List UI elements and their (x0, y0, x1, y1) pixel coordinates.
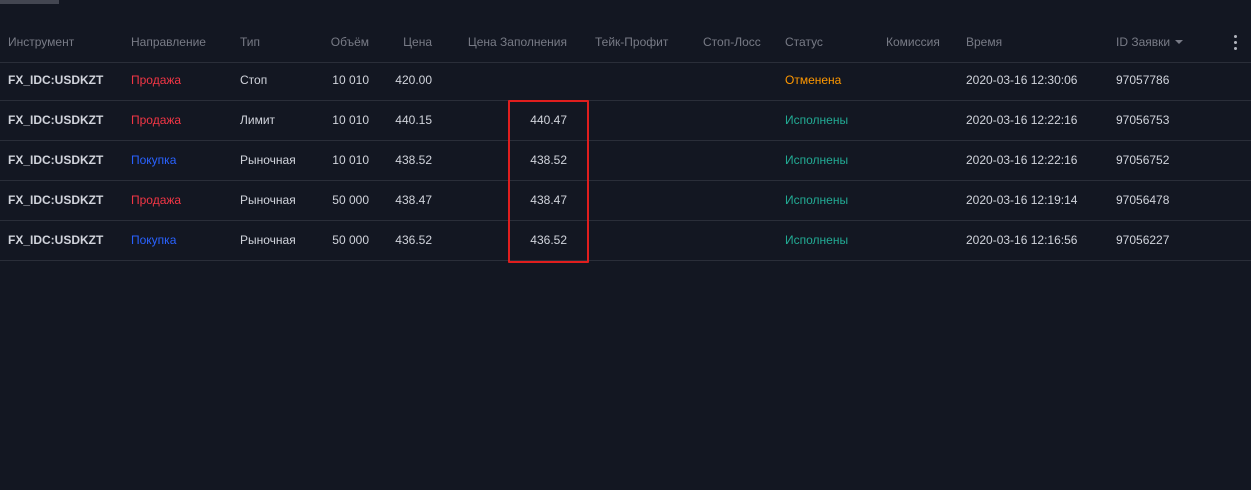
cell-time: 2020-03-16 12:16:56 (966, 233, 1078, 247)
cell-direction: Продажа (131, 73, 182, 87)
cell-time: 2020-03-16 12:19:14 (966, 193, 1078, 207)
active-tab-indicator[interactable] (0, 0, 59, 4)
cell-time: 2020-03-16 12:30:06 (966, 73, 1078, 87)
cell-price: 438.52 (395, 153, 432, 167)
cell-instrument[interactable]: FX_IDC:USDKZT (8, 220, 103, 260)
cell-order-id: 97056227 (1116, 233, 1170, 247)
cell-instrument[interactable]: FX_IDC:USDKZT (8, 180, 103, 220)
table-row[interactable]: FX_IDC:USDKZT Продажа Лимит 10 010 440.1… (0, 100, 1251, 141)
cell-instrument[interactable]: FX_IDC:USDKZT (8, 60, 103, 100)
table-header: Инструмент Направление Тип Объём Цена Це… (0, 22, 1251, 63)
cell-volume: 10 010 (332, 153, 369, 167)
cell-fill-price: 436.52 (530, 233, 567, 247)
cell-volume: 50 000 (332, 193, 369, 207)
header-commission[interactable]: Комиссия (886, 22, 940, 62)
cell-type: Рыночная (240, 193, 296, 207)
cell-price: 420.00 (395, 73, 432, 87)
table-row[interactable]: FX_IDC:USDKZT Продажа Рыночная 50 000 43… (0, 180, 1251, 221)
cell-status: Исполнены (785, 153, 849, 167)
cell-volume: 10 010 (332, 73, 369, 87)
cell-fill-price: 440.47 (530, 113, 567, 127)
sort-descending-icon (1175, 39, 1184, 44)
cell-status: Исполнены (785, 193, 849, 207)
cell-status: Отменена (785, 73, 842, 87)
top-tab-strip (0, 0, 1251, 10)
cell-instrument[interactable]: FX_IDC:USDKZT (8, 140, 103, 180)
cell-type: Рыночная (240, 153, 296, 167)
cell-direction: Продажа (131, 113, 182, 127)
cell-volume: 50 000 (332, 233, 369, 247)
header-take-profit[interactable]: Тейк-Профит (595, 22, 668, 62)
cell-type: Стоп (240, 73, 268, 87)
cell-direction: Покупка (131, 153, 177, 167)
cell-order-id: 97057786 (1116, 73, 1170, 87)
cell-time: 2020-03-16 12:22:16 (966, 153, 1078, 167)
cell-fill-price (440, 60, 567, 100)
cell-order-id: 97056752 (1116, 153, 1170, 167)
cell-status: Исполнены (785, 113, 849, 127)
cell-time: 2020-03-16 12:22:16 (966, 113, 1078, 127)
table-row[interactable]: FX_IDC:USDKZT Продажа Стоп 10 010 420.00… (0, 60, 1251, 101)
cell-type: Рыночная (240, 233, 296, 247)
table-row[interactable]: FX_IDC:USDKZT Покупка Рыночная 50 000 43… (0, 220, 1251, 261)
header-direction[interactable]: Направление (131, 22, 206, 62)
table-row[interactable]: FX_IDC:USDKZT Покупка Рыночная 10 010 43… (0, 140, 1251, 181)
orders-history-panel: Инструмент Направление Тип Объём Цена Це… (0, 0, 1251, 490)
header-type[interactable]: Тип (240, 22, 260, 62)
cell-status: Исполнены (785, 233, 849, 247)
header-fill-price[interactable]: Цена Заполнения (440, 22, 567, 62)
cell-direction: Покупка (131, 233, 177, 247)
header-volume[interactable]: Объём (300, 22, 369, 62)
header-price[interactable]: Цена (372, 22, 432, 62)
header-stop-loss[interactable]: Стоп-Лосс (703, 22, 761, 62)
cell-price: 438.47 (395, 193, 432, 207)
cell-direction: Продажа (131, 193, 182, 207)
header-time[interactable]: Время (966, 22, 1002, 62)
cell-fill-price: 438.47 (530, 193, 567, 207)
header-order-id[interactable]: ID Заявки (1116, 22, 1184, 62)
cell-volume: 10 010 (332, 113, 369, 127)
cell-fill-price: 438.52 (530, 153, 567, 167)
header-instrument[interactable]: Инструмент (8, 22, 74, 62)
cell-type: Лимит (240, 113, 276, 127)
header-status[interactable]: Статус (785, 22, 823, 62)
header-order-id-label: ID Заявки (1116, 35, 1171, 49)
cell-price: 440.15 (395, 113, 432, 127)
cell-order-id: 97056478 (1116, 193, 1170, 207)
cell-price: 436.52 (395, 233, 432, 247)
cell-order-id: 97056753 (1116, 113, 1170, 127)
more-vertical-icon[interactable] (1230, 34, 1240, 52)
cell-instrument[interactable]: FX_IDC:USDKZT (8, 100, 103, 140)
